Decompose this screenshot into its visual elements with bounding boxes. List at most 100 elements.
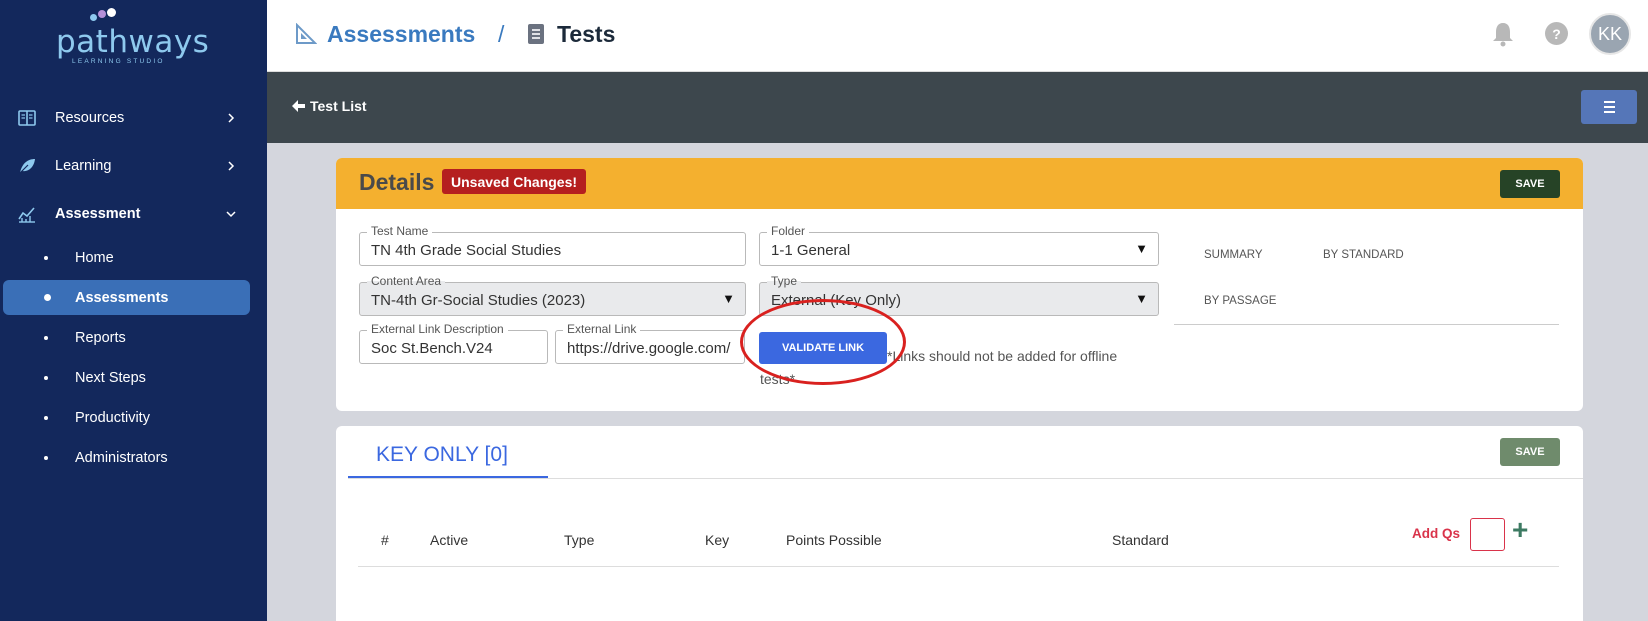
external-link-description-label: External Link Description [367, 322, 508, 336]
folder-select[interactable]: Folder 1-1 General ▼ [759, 224, 1159, 266]
test-name-field[interactable]: Test Name TN 4th Grade Social Studies [359, 224, 746, 266]
bullet-icon [44, 376, 48, 380]
logo-dot [107, 8, 116, 17]
logo-dot [98, 10, 106, 18]
column-header-points-possible: Points Possible [786, 532, 882, 548]
add-questions-label: Add Qs [1412, 526, 1461, 541]
arrow-left-icon [292, 100, 305, 112]
sidebar-subitem-reports[interactable]: Reports [0, 321, 267, 355]
tab-key-only[interactable]: KEY ONLY [0] [376, 443, 508, 467]
sub-header: Test List [267, 72, 1648, 143]
content-area-value: TN-4th Gr-Social Studies (2023) [371, 292, 586, 309]
sidebar-item-label: Assessment [55, 206, 141, 222]
folder-label: Folder [767, 224, 810, 238]
sidebar-subitem-label: Next Steps [75, 370, 146, 386]
logo-wordmark: pathways [56, 24, 210, 60]
sidebar-subitem-label: Reports [75, 330, 126, 346]
breadcrumb-label: Assessments [327, 20, 476, 47]
sidebar-item-assessment[interactable]: Assessment [0, 194, 267, 234]
column-header-active: Active [430, 532, 469, 548]
divider [348, 478, 1583, 479]
external-link-value: https://drive.google.com/ [567, 340, 731, 357]
bullet-icon [44, 294, 51, 301]
sidebar-subitem-label: Assessments [75, 289, 169, 306]
logo-tagline: LEARNING STUDIO [72, 58, 165, 65]
active-tab-indicator [348, 476, 548, 478]
content-area-label: Content Area [367, 274, 446, 288]
key-only-card: KEY ONLY [0] SAVE # Active Type Key Poin… [336, 426, 1583, 621]
book-icon [18, 110, 36, 126]
test-name-value: TN 4th Grade Social Studies [371, 242, 562, 259]
breadcrumb-assessments[interactable]: Assessments [295, 20, 475, 48]
folder-value: 1-1 General [771, 242, 851, 259]
divider [1174, 324, 1559, 325]
sidebar-subitem-administrators[interactable]: Administrators [0, 441, 267, 475]
column-header-standard: Standard [1112, 532, 1169, 548]
chart-icon [18, 207, 35, 223]
divider [358, 566, 1559, 567]
column-header-type: Type [564, 532, 595, 548]
dropdown-caret-icon: ▼ [1135, 291, 1148, 306]
logo-dot [90, 14, 97, 21]
tab-by-passage[interactable]: BY PASSAGE [1204, 295, 1276, 307]
column-header-number: # [381, 532, 389, 548]
sidebar-subitem-label: Home [75, 250, 114, 266]
chevron-right-icon [228, 161, 235, 171]
page-title: Tests [557, 20, 616, 47]
leaf-icon [19, 159, 35, 174]
unsaved-changes-badge: Unsaved Changes! [442, 169, 587, 194]
menu-button[interactable] [1581, 90, 1637, 124]
content-area-select[interactable]: Content Area TN-4th Gr-Social Studies (2… [359, 274, 746, 316]
sidebar: pathways LEARNING STUDIO Resources Learn… [0, 0, 267, 621]
sidebar-subitem-label: Administrators [75, 450, 168, 466]
menu-icon-bar [1603, 111, 1615, 113]
save-button[interactable]: SAVE [1500, 438, 1560, 466]
external-link-field[interactable]: External Link https://drive.google.com/ [555, 322, 745, 364]
breadcrumb-tests: Tests [525, 20, 615, 48]
external-link-description-field[interactable]: External Link Description Soc St.Bench.V… [359, 322, 548, 364]
sidebar-item-learning[interactable]: Learning [0, 146, 267, 186]
dropdown-caret-icon: ▼ [722, 291, 735, 306]
details-card: Details Unsaved Changes! SAVE Test Name … [336, 158, 1583, 411]
external-link-description-value: Soc St.Bench.V24 [371, 340, 493, 357]
plus-icon[interactable]: + [1512, 514, 1528, 546]
column-header-key: Key [705, 532, 730, 548]
breadcrumb-separator: / [498, 20, 505, 47]
sidebar-subitem-next-steps[interactable]: Next Steps [0, 361, 267, 395]
top-header: Assessments / Tests ? KK [267, 0, 1648, 72]
tab-by-standard[interactable]: BY STANDARD [1323, 249, 1404, 261]
tab-summary[interactable]: SUMMARY [1204, 249, 1263, 261]
back-link-label: Test List [310, 98, 367, 114]
chevron-right-icon [228, 113, 235, 123]
sidebar-subitem-home[interactable]: Home [0, 241, 267, 275]
pathways-logo[interactable]: pathways LEARNING STUDIO [54, 8, 209, 65]
bullet-icon [44, 456, 48, 460]
checklist-icon [528, 24, 544, 44]
bullet-icon [44, 256, 48, 260]
details-header: Details Unsaved Changes! SAVE [336, 158, 1583, 209]
type-label: Type [767, 274, 802, 288]
test-name-label: Test Name [367, 224, 433, 238]
sidebar-subitem-assessments[interactable]: Assessments [3, 280, 250, 315]
sidebar-subitem-productivity[interactable]: Productivity [0, 401, 267, 435]
dropdown-caret-icon: ▼ [1135, 241, 1148, 256]
bullet-icon [44, 416, 48, 420]
highlight-annotation-circle [740, 299, 906, 385]
add-questions-count-input[interactable] [1470, 518, 1505, 551]
sidebar-item-resources[interactable]: Resources [0, 98, 267, 138]
ruler-triangle-icon [296, 23, 317, 44]
sidebar-item-label: Resources [55, 110, 125, 126]
menu-icon-bar [1603, 106, 1615, 108]
sidebar-item-label: Learning [55, 158, 112, 174]
avatar[interactable]: KK [1589, 13, 1631, 55]
bullet-icon [44, 336, 48, 340]
help-icon[interactable]: ? [1545, 22, 1568, 45]
sidebar-subitem-label: Productivity [75, 410, 150, 426]
external-link-label: External Link [563, 322, 641, 336]
chevron-down-icon [226, 211, 236, 218]
details-title: Details [359, 169, 435, 195]
menu-icon-bar [1603, 101, 1615, 103]
back-to-test-list-link[interactable]: Test List [292, 98, 367, 114]
save-button[interactable]: SAVE [1500, 170, 1560, 198]
bell-icon[interactable] [1492, 21, 1514, 47]
